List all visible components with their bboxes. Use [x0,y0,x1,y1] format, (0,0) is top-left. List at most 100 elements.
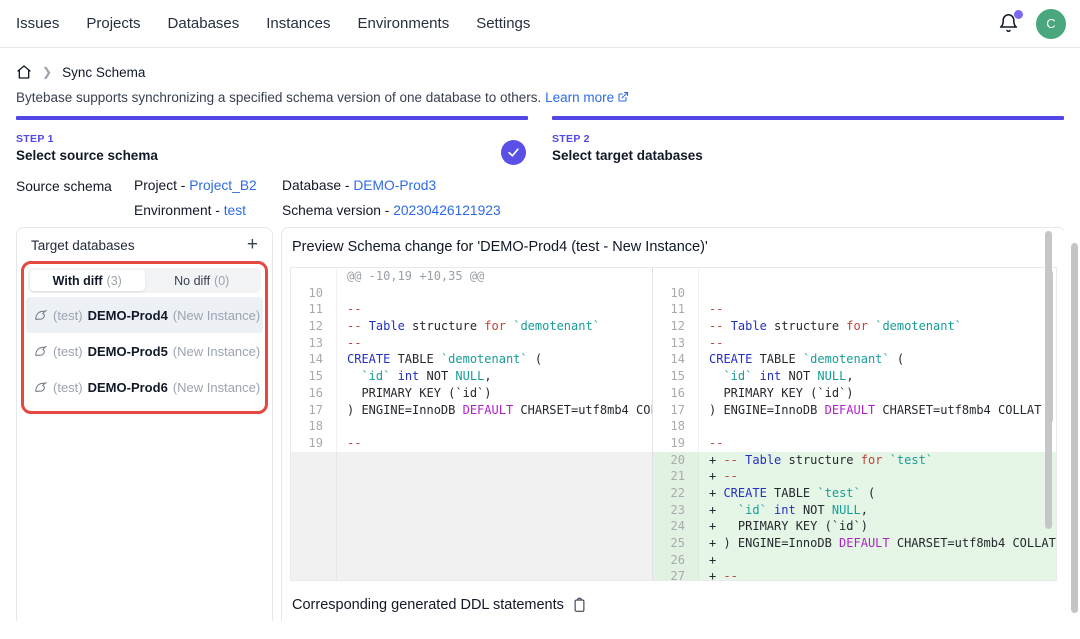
learn-more-link[interactable]: Learn more [545,90,614,105]
database-item-demo-prod4[interactable]: (test) DEMO-Prod4 (New Instance) [26,297,263,333]
breadcrumb: ❯ Sync Schema [16,63,1064,81]
step-1-eyebrow: STEP 1 [16,133,528,145]
step-1-bar [16,116,528,120]
token: Table [369,319,405,333]
check-icon [507,146,520,159]
source-field-environment-link[interactable]: test [224,203,246,218]
tab-no-diff[interactable]: No diff(0) [145,270,260,291]
notification-bell-button[interactable] [998,13,1020,35]
source-schema-label: Source schema [16,178,134,218]
token: `demotenant` [803,352,890,366]
source-field-schema-version-link[interactable]: 20230426121923 [393,203,500,218]
page-title: Sync Schema [62,65,145,80]
diff-line-code [337,418,347,435]
token [390,369,397,383]
diff-line-number: 15 [653,368,699,385]
step-indicator: STEP 1 Select source schema STEP 2 Selec… [16,116,1064,163]
nav-item-databases[interactable]: Databases [168,15,240,32]
intro-description: Bytebase supports synchronizing a specif… [16,90,541,105]
tab-with-diff[interactable]: With diff(3) [30,270,145,291]
token: structure [781,453,860,467]
nav-item-settings[interactable]: Settings [476,15,530,32]
diff-line: 12-- Table structure for `demotenant` [291,318,652,335]
diff-line-code: PRIMARY KEY (`id`) [699,385,854,402]
token: + [709,569,723,580]
source-field-project-link[interactable]: Project_B2 [189,178,257,193]
database-environment: (test) [53,308,83,323]
token: TABLE [767,486,818,500]
database-item-demo-prod5[interactable]: (test)DEMO-Prod5(New Instance) [26,333,263,369]
token: -- [347,336,361,350]
database-item-demo-prod6[interactable]: (test)DEMO-Prod6(New Instance) [26,369,263,405]
nav-item-instances[interactable]: Instances [266,15,330,32]
diff-line: 22+ CREATE TABLE `test` ( [653,485,1056,502]
token: NOT [419,369,455,383]
token: TABLE [752,352,803,366]
token: for [846,319,868,333]
diff-hunk-header [699,268,709,285]
database-environment: (test) [53,344,83,359]
token: structure [767,319,846,333]
diff-line-number: 11 [291,301,337,318]
database-name: DEMO-Prod4 [88,308,168,323]
diff-line-number: 18 [291,418,337,435]
schema-diff-editor[interactable]: @@ -10,19 +10,35 @@1011--12-- Table stru… [290,267,1057,581]
step-2-bar [552,116,1064,120]
token: -- [347,302,361,316]
diff-tabs: With diff(3)No diff(0) [28,268,261,293]
nav-item-environments[interactable]: Environments [357,15,449,32]
content-scrollbar[interactable] [1045,231,1052,529]
token: PRIMARY KEY (`id`) [709,386,854,400]
copy-ddl-button[interactable] [572,597,587,613]
nav-item-issues[interactable]: Issues [16,15,59,32]
nav-item-projects[interactable]: Projects [86,15,140,32]
preview-title: Preview Schema change for 'DEMO-Prod4 (t… [292,239,1057,255]
diff-line: 12-- Table structure for `demotenant` [653,318,1056,335]
add-target-database-button[interactable]: + [247,237,258,253]
diff-filler-code [337,452,652,580]
token: `demotenant` [441,352,528,366]
diff-line-code: CREATE TABLE `demotenant` ( [699,351,904,368]
ddl-statements-title: Corresponding generated DDL statements [292,597,564,613]
token [752,369,759,383]
tab-count: (0) [214,274,229,288]
token: TABLE [390,352,441,366]
source-field-name: Database - [282,178,353,193]
avatar[interactable]: C [1036,9,1066,39]
step-1: STEP 1 Select source schema [16,116,528,163]
database-note: (New Instance) [173,308,260,323]
diff-line-code: -- [337,335,361,352]
diff-line: 18 [291,418,652,435]
database-note: (New Instance) [173,380,260,395]
source-field-name: Project - [134,178,189,193]
token: + ) ENGINE=InnoDB [709,536,839,550]
database-note: (New Instance) [173,344,260,359]
token [882,453,889,467]
home-icon[interactable] [16,64,32,80]
diff-line-code: -- [699,301,723,318]
diff-line-code: `id` int NOT NULL, [337,368,492,385]
diff-line-number: 19 [291,435,337,452]
token: CREATE [347,352,390,366]
top-nav: Issues Projects Databases Instances Environm… [0,0,1080,48]
token: NULL [455,369,484,383]
window-scrollbar[interactable] [1071,243,1078,613]
diff-hunk-header-row [653,268,1056,285]
diff-line-code: + -- [699,568,738,580]
source-field-database-link[interactable]: DEMO-Prod3 [353,178,436,193]
token: NULL [832,503,861,517]
diff-line: 16 PRIMARY KEY (`id`) [291,385,652,402]
diff-line-number: 17 [291,402,337,419]
diff-line-code: -- Table structure for `demotenant` [699,318,962,335]
main-content: Target databases + With diff(3)No diff(0… [16,227,1064,621]
token: ( [528,352,542,366]
diff-line: 25+ ) ENGINE=InnoDB DEFAULT CHARSET=utf8… [653,535,1056,552]
diff-line: 23+ `id` int NOT NULL, [653,502,1056,519]
diff-line-code: + `id` int NOT NULL, [699,502,868,519]
token: `demotenant` [513,319,600,333]
diff-line-code: + -- Table structure for `test` [699,452,933,469]
token: -- [709,336,723,350]
source-field-schema-version: Schema version - 20230426121923 [282,203,501,218]
token: CHARSET=utf8mb4 COLLAT [513,403,652,417]
diff-line-code: `id` int NOT NULL, [699,368,854,385]
